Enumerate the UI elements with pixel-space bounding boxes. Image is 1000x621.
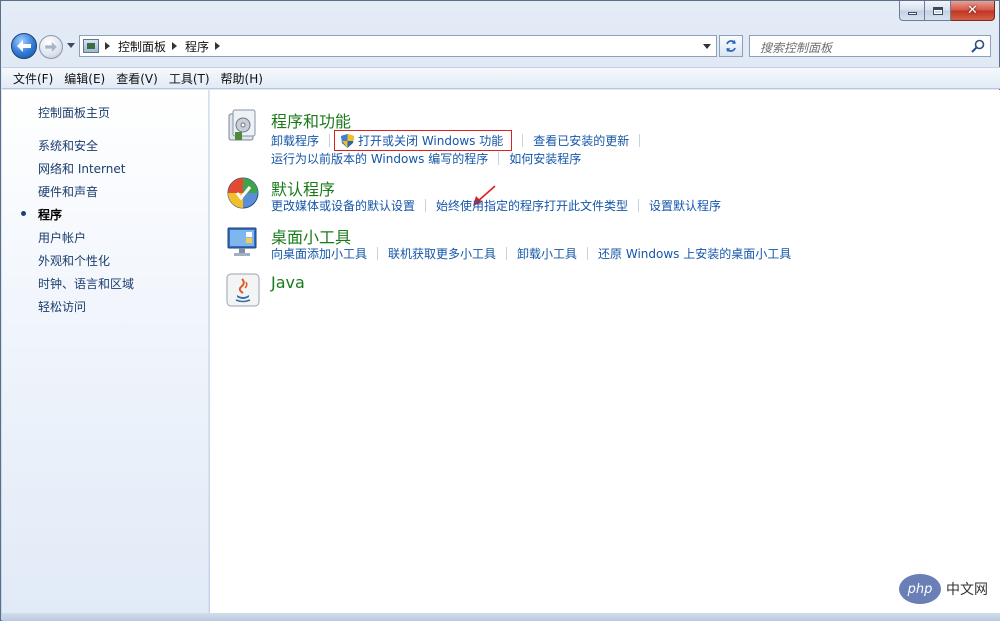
link-divider <box>506 247 508 260</box>
watermark: php 中文网 <box>899 574 988 604</box>
main-content: 程序和功能 卸载程序 打开或关闭 Windows 功能 查看已安装的更新 运行为… <box>210 90 1000 613</box>
menu-help[interactable]: 帮助(H) <box>220 70 264 87</box>
forward-button[interactable] <box>39 35 63 59</box>
sidebar-item-network-internet[interactable]: 网络和 Internet <box>38 160 125 177</box>
link-how-to-install[interactable]: 如何安装程序 <box>509 150 581 167</box>
search-input[interactable]: 搜索控制面板 <box>760 39 832 56</box>
window-caption-buttons: ✕ <box>899 1 995 21</box>
link-uninstall-program[interactable]: 卸载程序 <box>271 132 319 149</box>
maximize-button[interactable] <box>925 1 951 21</box>
refresh-button[interactable] <box>719 35 743 57</box>
link-file-type-association[interactable]: 始终使用指定的程序打开此文件类型 <box>436 197 628 214</box>
link-row: 卸载程序 打开或关闭 Windows 功能 查看已安装的更新 <box>271 130 650 151</box>
link-set-default-programs[interactable]: 设置默认程序 <box>649 197 721 214</box>
link-restore-gadgets[interactable]: 还原 Windows 上安装的桌面小工具 <box>598 245 791 262</box>
close-button[interactable]: ✕ <box>951 1 995 21</box>
category-title-java[interactable]: Java <box>271 273 305 292</box>
link-get-more-gadgets[interactable]: 联机获取更多小工具 <box>388 245 496 262</box>
breadcrumb-chevron-icon[interactable] <box>172 42 178 50</box>
java-icon[interactable] <box>226 273 260 307</box>
link-change-media-defaults[interactable]: 更改媒体或设备的默认设置 <box>271 197 415 214</box>
search-box[interactable]: 搜索控制面板 <box>749 35 991 57</box>
programs-features-icon[interactable] <box>226 108 260 142</box>
menu-tools[interactable]: 工具(T) <box>168 70 211 87</box>
breadcrumb-chevron-icon[interactable] <box>215 42 221 50</box>
window-bottom-border <box>2 613 1000 621</box>
refresh-icon <box>726 40 736 52</box>
menu-bar: 文件(F) 编辑(E) 查看(V) 工具(T) 帮助(H) <box>2 67 1000 89</box>
category-title-programs-features[interactable]: 程序和功能 <box>271 108 351 132</box>
close-icon: ✕ <box>967 3 978 18</box>
control-panel-window: ✕ 控制面板 程序 搜索控制面板 文件(F) 编辑(E) 查看(V) 工具(T)… <box>0 0 1000 621</box>
desktop-gadgets-icon[interactable] <box>226 224 260 258</box>
link-divider <box>587 247 589 260</box>
sidebar-item-control-panel-home[interactable]: 控制面板主页 <box>38 104 110 121</box>
sidebar-item-user-accounts[interactable]: 用户帐户 <box>38 229 86 246</box>
link-divider <box>498 152 500 165</box>
link-uninstall-gadget[interactable]: 卸载小工具 <box>517 245 577 262</box>
address-bar[interactable]: 控制面板 程序 <box>79 35 717 57</box>
uac-shield-icon <box>341 133 355 148</box>
link-divider <box>377 247 379 260</box>
watermark-text: 中文网 <box>946 582 988 598</box>
current-item-bullet-icon <box>21 211 26 216</box>
php-logo: php <box>899 574 941 604</box>
link-divider <box>639 134 641 147</box>
link-turn-windows-features[interactable]: 打开或关闭 Windows 功能 <box>358 132 503 149</box>
sidebar-item-ease-of-access[interactable]: 轻松访问 <box>38 298 86 315</box>
recent-pages-dropdown[interactable] <box>67 43 75 48</box>
link-divider <box>425 199 427 212</box>
category-default-programs: 默认程序 更改媒体或设备的默认设置 始终使用指定的程序打开此文件类型 设置默认程… <box>226 176 986 216</box>
link-row: 更改媒体或设备的默认设置 始终使用指定的程序打开此文件类型 设置默认程序 <box>271 197 721 214</box>
breadcrumb-programs[interactable]: 程序 <box>185 38 209 55</box>
forward-arrow-icon <box>45 42 57 52</box>
sidebar-item-system-security[interactable]: 系统和安全 <box>38 137 98 154</box>
sidebar-item-appearance[interactable]: 外观和个性化 <box>38 252 110 269</box>
menu-edit[interactable]: 编辑(E) <box>63 70 106 87</box>
sidebar: 控制面板主页 系统和安全 网络和 Internet 硬件和声音 程序 用户帐户 … <box>2 90 209 613</box>
control-panel-icon <box>83 39 99 53</box>
sidebar-item-hardware-sound[interactable]: 硬件和声音 <box>38 183 98 200</box>
link-run-older-programs[interactable]: 运行为以前版本的 Windows 编写的程序 <box>271 150 488 167</box>
search-icon[interactable] <box>971 39 985 53</box>
link-row: 向桌面添加小工具 联机获取更多小工具 卸载小工具 还原 Windows 上安装的… <box>271 245 791 262</box>
minimize-button[interactable] <box>899 1 925 21</box>
highlight-box: 打开或关闭 Windows 功能 <box>334 130 513 151</box>
link-row: 运行为以前版本的 Windows 编写的程序 如何安装程序 <box>271 150 581 167</box>
category-programs-features: 程序和功能 卸载程序 打开或关闭 Windows 功能 查看已安装的更新 运行为… <box>226 108 986 168</box>
menu-view[interactable]: 查看(V) <box>115 70 159 87</box>
link-divider <box>329 134 331 147</box>
maximize-icon <box>932 6 943 15</box>
link-divider <box>638 199 640 212</box>
category-java: Java <box>226 273 526 309</box>
sidebar-item-clock-language-region[interactable]: 时钟、语言和区域 <box>38 275 134 292</box>
breadcrumb-control-panel[interactable]: 控制面板 <box>118 38 166 55</box>
sidebar-item-programs: 程序 <box>38 208 63 222</box>
back-arrow-icon <box>17 40 31 52</box>
link-add-gadgets[interactable]: 向桌面添加小工具 <box>271 245 367 262</box>
category-desktop-gadgets: 桌面小工具 向桌面添加小工具 联机获取更多小工具 卸载小工具 还原 Window… <box>226 224 986 264</box>
navigation-bar: 控制面板 程序 搜索控制面板 <box>1 29 999 65</box>
menu-file[interactable]: 文件(F) <box>12 70 54 87</box>
minimize-icon <box>907 12 917 15</box>
address-dropdown-icon[interactable] <box>703 44 711 49</box>
back-button[interactable] <box>11 33 37 59</box>
default-programs-icon[interactable] <box>226 176 260 210</box>
link-view-installed-updates[interactable]: 查看已安装的更新 <box>533 132 629 149</box>
link-divider <box>522 134 524 147</box>
breadcrumb-chevron-icon[interactable] <box>105 42 110 50</box>
